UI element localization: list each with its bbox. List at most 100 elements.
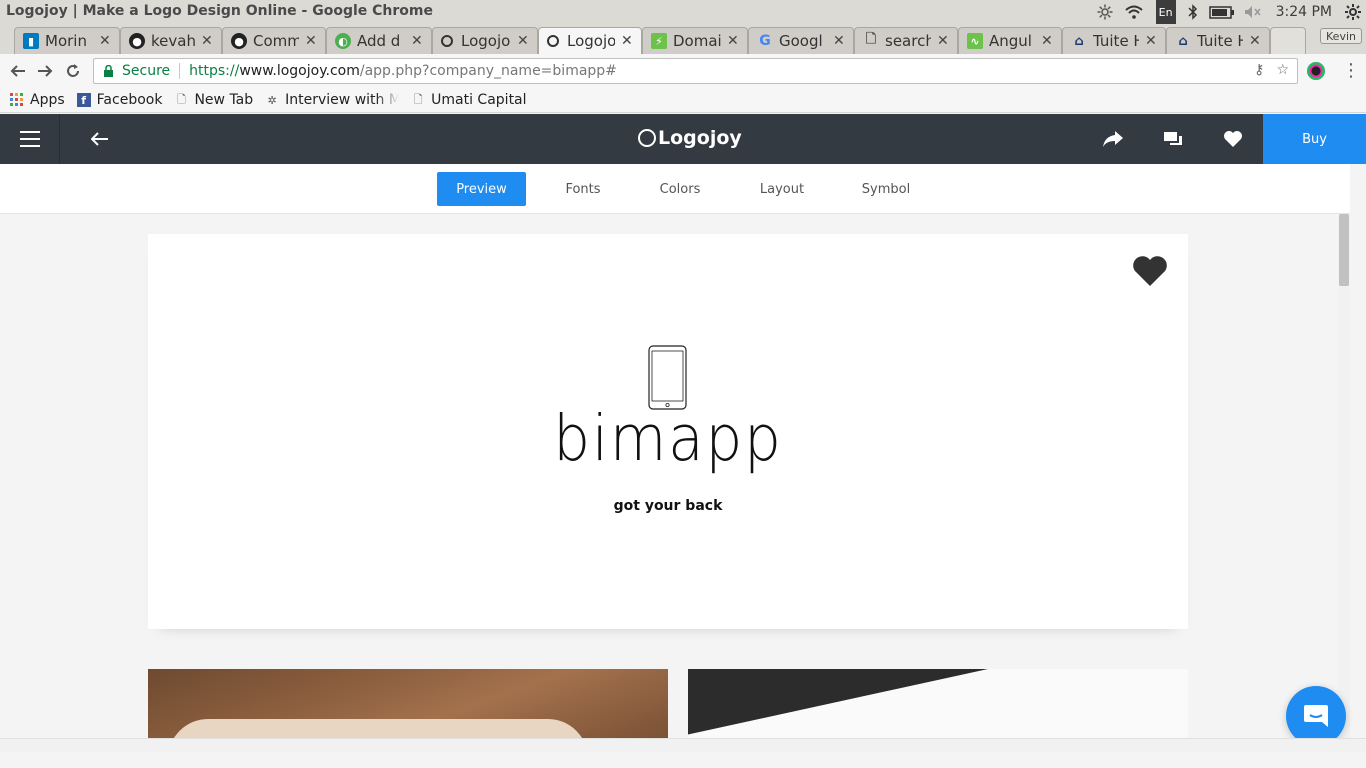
tab-label: Comm (253, 32, 299, 50)
tab-trello[interactable]: ▮ Morin ✕ (14, 27, 120, 54)
bookmark-label: Apps (30, 92, 65, 108)
tab-tuite-1[interactable]: ⌂ Tuite H ✕ (1062, 27, 1166, 54)
system-tray: En 3:24 PM (1092, 0, 1366, 24)
extension-icon[interactable] (1307, 62, 1325, 80)
close-icon[interactable]: ✕ (305, 33, 317, 49)
key-icon[interactable]: ⚷ (1254, 62, 1264, 78)
trello-icon: ▮ (23, 33, 39, 49)
close-icon[interactable]: ✕ (1041, 33, 1053, 49)
tab-github-comm[interactable]: ● Comm ✕ (222, 27, 326, 54)
logojoy-brand[interactable]: Logojoy (638, 127, 742, 149)
close-icon[interactable]: ✕ (621, 33, 633, 49)
tab-colors[interactable]: Colors (640, 172, 720, 206)
omnibox-actions: ⚷ ☆ (1254, 62, 1289, 78)
tab-label: Logojo (567, 32, 615, 50)
mockup-card-image[interactable] (688, 669, 1188, 738)
tab-label: Morin (45, 32, 87, 50)
page-icon: 🗋 (413, 92, 423, 106)
app-top-bar: Logojoy Buy (0, 114, 1366, 164)
bookmark-facebook[interactable]: f Facebook (76, 92, 162, 108)
tab-symbol[interactable]: Symbol (846, 172, 926, 206)
angular-icon: ∿ (967, 33, 983, 49)
vertical-scrollbar[interactable] (1338, 214, 1350, 738)
buy-button[interactable]: Buy (1263, 114, 1366, 164)
star-icon[interactable]: ☆ (1276, 62, 1289, 78)
close-icon[interactable]: ✕ (99, 33, 111, 49)
apps-grid-icon (10, 93, 24, 107)
bookmark-umati-capital[interactable]: 🗋 Umati Capital (411, 92, 527, 108)
url-scheme: https:// (189, 63, 240, 79)
chat-launcher-button[interactable] (1286, 686, 1346, 738)
phone-symbol-icon (648, 345, 687, 410)
tab-label: Angul (989, 32, 1032, 50)
tab-tuite-2[interactable]: ⌂ Tuite H ✕ (1166, 27, 1270, 54)
clock[interactable]: 3:24 PM (1276, 0, 1332, 24)
keyboard-language-indicator[interactable]: En (1155, 0, 1176, 24)
secure-label: Secure (122, 63, 171, 79)
chrome-menu-icon[interactable]: ⋮ (1342, 60, 1360, 81)
tab-github-kevah[interactable]: ● kevah ✕ (120, 27, 222, 54)
tab-layout[interactable]: Layout (742, 172, 822, 206)
bookmark-new-tab[interactable]: 🗋 New Tab (174, 92, 253, 108)
back-arrow-icon[interactable] (86, 129, 114, 149)
browser-tab-strip: ▮ Morin ✕ ● kevah ✕ ● Comm ✕ ◐ Add d ✕ L… (0, 24, 1366, 54)
close-icon[interactable]: ✕ (833, 33, 845, 49)
address-bar[interactable]: Secure https:// www.logojoy.com /app.php… (93, 58, 1298, 84)
tuite-icon: ⌂ (1178, 33, 1188, 49)
favorites-heart-icon[interactable] (1221, 128, 1245, 150)
close-icon[interactable]: ✕ (1145, 33, 1157, 49)
logo-company-name: bimapp (553, 402, 783, 475)
profile-button[interactable]: Kevin (1320, 28, 1362, 44)
google-icon: G (759, 33, 771, 49)
bookmark-interview[interactable]: ✲ Interview with M (265, 92, 400, 108)
url-path: /app.php?company_name=bimapp# (359, 63, 617, 79)
forward-icon[interactable] (34, 60, 56, 82)
lock-icon[interactable] (102, 65, 114, 77)
heart-icon[interactable] (1132, 254, 1168, 288)
logojoy-icon (547, 35, 559, 47)
close-icon[interactable]: ✕ (201, 33, 213, 49)
reload-icon[interactable] (62, 60, 84, 82)
tab-logojoy-active[interactable]: Logojo ✕ (538, 27, 642, 54)
mockup-paper (688, 669, 1188, 738)
tab-label: Tuite H (1197, 32, 1243, 50)
bluetooth-icon[interactable] (1182, 0, 1204, 24)
tab-search[interactable]: 🗋 search ✕ (854, 27, 958, 54)
bookmarks-bar: Apps f Facebook 🗋 New Tab ✲ Interview wi… (0, 88, 1366, 113)
menu-hamburger-icon[interactable] (0, 114, 60, 164)
comments-icon[interactable] (1161, 128, 1185, 150)
back-icon[interactable] (7, 60, 29, 82)
wifi-icon[interactable] (1118, 0, 1150, 24)
horizontal-scrollbar[interactable] (0, 738, 1366, 752)
battery-icon[interactable] (1204, 0, 1240, 24)
bookmark-label: Umati Capital (431, 92, 527, 108)
volume-muted-icon[interactable] (1240, 0, 1266, 24)
tab-angular[interactable]: ∿ Angul ✕ (958, 27, 1062, 54)
tab-domain[interactable]: ⚡ Domai ✕ (642, 27, 748, 54)
editor-tabs: Preview Fonts Colors Layout Symbol (0, 164, 1350, 214)
tab-add-extension[interactable]: ◐ Add d ✕ (326, 27, 432, 54)
scrollbar-thumb[interactable] (1339, 214, 1349, 286)
divider (179, 63, 181, 79)
tab-fonts[interactable]: Fonts (543, 172, 623, 206)
close-icon[interactable]: ✕ (1249, 33, 1261, 49)
tab-label: Googl (779, 32, 823, 50)
page-viewport: Logojoy Buy Preview Fonts Colors Layout … (0, 114, 1366, 738)
github-icon: ● (129, 33, 145, 49)
logo-tagline: got your back (613, 498, 723, 514)
close-icon[interactable]: ✕ (937, 33, 949, 49)
tab-preview[interactable]: Preview (437, 172, 526, 206)
settings-gear-icon[interactable] (1092, 0, 1118, 24)
power-gear-icon[interactable] (1340, 0, 1366, 24)
share-icon[interactable] (1101, 128, 1125, 150)
tab-google[interactable]: G Googl ✕ (748, 27, 854, 54)
close-icon[interactable]: ✕ (517, 33, 529, 49)
tab-label: search (885, 32, 931, 50)
close-icon[interactable]: ✕ (411, 33, 423, 49)
bookmark-apps[interactable]: Apps (10, 92, 65, 108)
mockup-wood-image[interactable] (148, 669, 668, 738)
close-icon[interactable]: ✕ (727, 33, 739, 49)
new-tab-button[interactable] (1270, 27, 1306, 54)
tab-logojoy-1[interactable]: Logojo ✕ (432, 27, 538, 54)
tuite-icon: ⌂ (1074, 33, 1084, 49)
